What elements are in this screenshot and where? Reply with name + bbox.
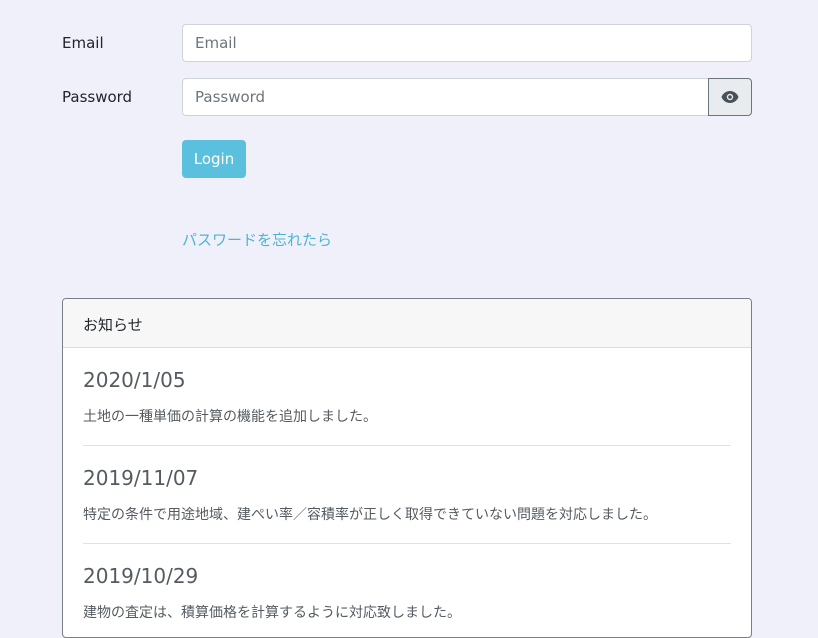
- notices-card-header: お知らせ: [63, 299, 751, 348]
- notices-card: お知らせ 2020/1/05 土地の一種単価の計算の機能を追加しました。 201…: [62, 298, 752, 638]
- email-label: Email: [62, 34, 104, 52]
- eye-icon: [721, 88, 739, 107]
- notices-list: 2020/1/05 土地の一種単価の計算の機能を追加しました。 2019/11/…: [63, 348, 751, 637]
- email-row: Email: [0, 24, 818, 62]
- notice-date: 2019/10/29: [83, 564, 199, 588]
- notice-text: 建物の査定は、積算価格を計算するように対応致しました。: [83, 605, 461, 621]
- notice-text: 特定の条件で用途地域、建ぺい率／容積率が正しく取得できていない問題を対応しました…: [83, 507, 657, 523]
- notice-date: 2019/11/07: [83, 466, 199, 490]
- notice-item: 2019/10/29 建物の査定は、積算価格を計算するように対応致しました。: [83, 544, 731, 637]
- notice-item: 2019/11/07 特定の条件で用途地域、建ぺい率／容積率が正しく取得できてい…: [83, 446, 731, 544]
- password-row: Password: [0, 78, 818, 116]
- password-label: Password: [62, 88, 133, 106]
- password-input[interactable]: [182, 78, 709, 116]
- notice-item: 2020/1/05 土地の一種単価の計算の機能を追加しました。: [83, 348, 731, 446]
- login-button[interactable]: Login: [182, 140, 246, 178]
- notice-date: 2020/1/05: [83, 368, 186, 392]
- notice-text: 土地の一種単価の計算の機能を追加しました。: [83, 409, 377, 425]
- email-input[interactable]: [182, 24, 752, 62]
- forgot-password-link[interactable]: パスワードを忘れたら: [182, 229, 332, 250]
- toggle-password-visibility-button[interactable]: [708, 78, 752, 116]
